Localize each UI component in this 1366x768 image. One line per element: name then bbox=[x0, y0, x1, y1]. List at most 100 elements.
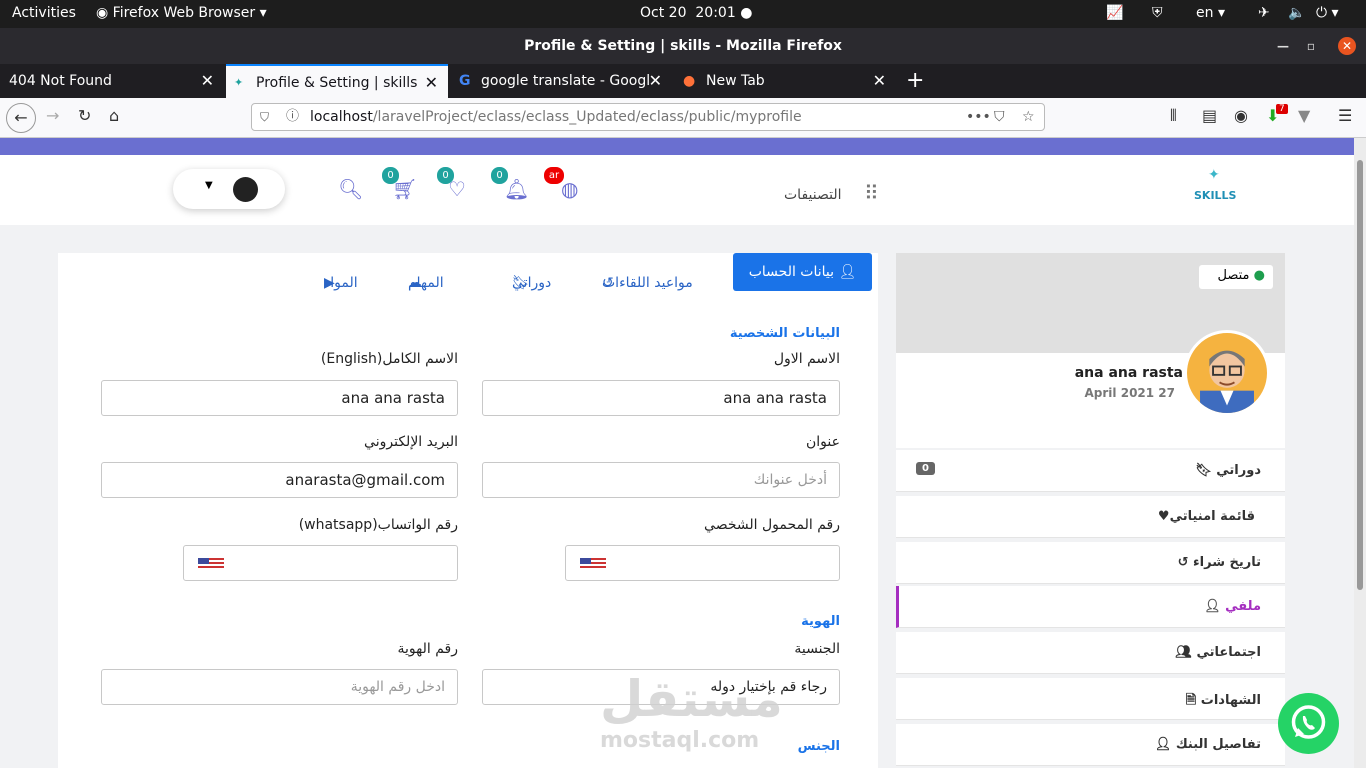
close-tab-icon[interactable]: ✕ bbox=[649, 64, 662, 98]
language-indicator[interactable]: en ▾ bbox=[1196, 5, 1225, 21]
us-flag-icon[interactable] bbox=[580, 558, 606, 570]
power-icon[interactable]: ⏻ ▾ bbox=[1316, 5, 1339, 21]
menu-label: ملفي bbox=[1225, 599, 1261, 614]
bookmark-star-icon[interactable]: ☆ bbox=[1022, 104, 1035, 130]
system-monitor-icon[interactable]: 📈 bbox=[1106, 5, 1123, 21]
bell-icon[interactable]: 🔔︎ bbox=[504, 177, 529, 201]
mobile-label: رقم المحمول الشخصي bbox=[704, 517, 840, 533]
id-number-input[interactable]: ادخل رقم الهوية bbox=[101, 669, 458, 705]
skills-logo[interactable]: ✦ SKILLS bbox=[1194, 167, 1237, 211]
new-tab-icon[interactable]: + bbox=[906, 68, 924, 93]
menu-wishlist[interactable]: قائمة امنياتي♥ bbox=[896, 496, 1285, 538]
profile-sidebar: ● متصل ana ana rasta April 2021 27 دورات… bbox=[896, 253, 1285, 768]
history-icon: ↺ bbox=[602, 275, 614, 291]
search-icon[interactable]: 🔍︎ bbox=[338, 177, 363, 201]
forward-icon[interactable]: → bbox=[46, 106, 59, 125]
menu-meetings[interactable]: اجتماعاتي 👥︎ bbox=[896, 632, 1285, 674]
bookmark-icon: 🔖︎ bbox=[1195, 463, 1212, 478]
tab-strip: 404 Not Found ✕ ✦ Profile & Setting | sk… bbox=[0, 64, 1366, 98]
user-icon: 👤︎ bbox=[1154, 737, 1172, 752]
close-window-icon[interactable]: ✕ bbox=[1338, 37, 1356, 55]
menu-my-profile[interactable]: ملفي 👤︎ bbox=[896, 586, 1285, 628]
categories-label[interactable]: التصنيفات bbox=[784, 187, 842, 203]
close-tab-icon[interactable]: ✕ bbox=[201, 64, 214, 98]
close-tab-icon[interactable]: ✕ bbox=[425, 66, 438, 98]
email-input[interactable]: anarasta@gmail.com bbox=[101, 462, 458, 498]
whatsapp-input[interactable] bbox=[183, 545, 458, 581]
gender-heading: الجنس bbox=[797, 739, 840, 754]
url-bar[interactable]: ⛉ ⓘ localhost/laravelProject/eclass/ecla… bbox=[251, 103, 1045, 131]
site-header: ▼ 🔍︎ 🛒︎ 0 ♡ 0 🔔︎ 0 ◍ ar التصنيفات ⠿ ✦ SK… bbox=[0, 155, 1354, 225]
page-actions-icon[interactable]: ••• bbox=[966, 104, 991, 130]
user-menu-dropdown[interactable]: ▼ bbox=[173, 169, 285, 209]
user-avatar bbox=[233, 177, 258, 202]
menu-label: دوراتي bbox=[1216, 463, 1261, 478]
shield-icon[interactable]: ⛨ bbox=[1152, 5, 1163, 21]
app-menu[interactable]: ◉ Firefox Web Browser ▾ bbox=[96, 5, 267, 21]
grid-icon[interactable]: ⠿ bbox=[864, 181, 879, 205]
minimize-icon[interactable]: — bbox=[1274, 37, 1292, 55]
scrollbar-thumb[interactable] bbox=[1357, 160, 1363, 590]
firefox-favicon-icon: ● bbox=[683, 73, 696, 89]
profile-avatar[interactable] bbox=[1184, 330, 1270, 416]
home-icon[interactable]: ⌂ bbox=[109, 106, 119, 125]
notification-badge: 0 bbox=[491, 167, 508, 184]
tab-new[interactable]: ● New Tab ✕ bbox=[674, 64, 896, 98]
clock-time: 20:01 bbox=[695, 5, 736, 21]
google-favicon-icon: G bbox=[459, 73, 471, 89]
menu-label: الشهادات bbox=[1200, 693, 1261, 708]
window-title-bar: Profile & Setting | skills - Mozilla Fir… bbox=[0, 28, 1366, 64]
tab-label: google translate - Googl bbox=[481, 73, 651, 89]
whatsapp-icon bbox=[1291, 705, 1326, 739]
joined-date: April 2021 27 bbox=[1084, 386, 1175, 400]
courses-count-badge: 0 bbox=[916, 462, 935, 475]
sidebar-icon[interactable]: ▤ bbox=[1202, 106, 1217, 125]
tracking-shield-icon[interactable]: ⛉ bbox=[260, 104, 269, 130]
address-input[interactable]: أدخل عنوانك bbox=[482, 462, 840, 498]
hamburger-menu-icon[interactable]: ☰ bbox=[1338, 106, 1352, 125]
extension-icon[interactable]: ▼ bbox=[1298, 106, 1310, 125]
id-number-label: رقم الهوية bbox=[397, 641, 458, 657]
online-status-badge: ● متصل bbox=[1199, 265, 1273, 289]
account-icon[interactable]: ◉ bbox=[1234, 106, 1248, 125]
info-icon[interactable]: ⓘ bbox=[286, 104, 299, 130]
tab-meetings-label: مواعيد اللقاءات bbox=[602, 275, 693, 291]
tab-profile[interactable]: ✦ Profile & Setting | skills ✕ bbox=[226, 64, 448, 98]
close-tab-icon[interactable]: ✕ bbox=[873, 64, 886, 98]
us-flag-icon[interactable] bbox=[198, 558, 224, 570]
url-path: /laravelProject/eclass/eclass_Updated/ec… bbox=[372, 109, 802, 125]
tab-google-translate[interactable]: G google translate - Googl ✕ bbox=[450, 64, 672, 98]
globe-icon[interactable]: ◍ bbox=[561, 177, 578, 201]
url-host: localhost bbox=[310, 109, 373, 125]
menu-label: تفاصيل البنك bbox=[1175, 737, 1261, 752]
mobile-input[interactable] bbox=[565, 545, 840, 581]
extension-badge: 7 bbox=[1276, 104, 1288, 114]
full-name-label: الاسم الكامل(English) bbox=[320, 351, 458, 367]
menu-purchase-history[interactable]: تاريخ شراء ↺ bbox=[896, 542, 1285, 584]
skills-favicon-icon: ✦ bbox=[234, 76, 244, 89]
tab-404[interactable]: 404 Not Found ✕ bbox=[0, 64, 224, 98]
menu-label: اجتماعاتي bbox=[1196, 645, 1261, 660]
maximize-icon[interactable]: ▫ bbox=[1302, 37, 1320, 55]
activities-button[interactable]: Activities bbox=[12, 5, 76, 21]
pocket-icon[interactable]: ⛉ bbox=[994, 104, 1005, 130]
reload-icon[interactable]: ↻ bbox=[78, 106, 91, 125]
history-icon: ↺ bbox=[1177, 555, 1189, 570]
menu-my-courses[interactable]: دوراتي 🔖︎ 0 bbox=[896, 450, 1285, 492]
email-label: البريد الإلكتروني bbox=[364, 434, 458, 450]
page-scrollbar[interactable] bbox=[1354, 138, 1366, 768]
full-name-input[interactable]: ana ana rasta bbox=[101, 380, 458, 416]
user-icon: 👤︎ bbox=[1204, 599, 1221, 614]
back-icon[interactable]: ← bbox=[6, 103, 36, 133]
logo-text: SKILLS bbox=[1194, 189, 1237, 202]
menu-certificates[interactable]: الشهادات 🗎 bbox=[896, 678, 1285, 720]
volume-icon[interactable]: 🔈 bbox=[1288, 5, 1305, 21]
whatsapp-button[interactable] bbox=[1278, 693, 1339, 754]
menu-bank-details[interactable]: تفاصيل البنك 👤︎ bbox=[896, 724, 1285, 766]
clock[interactable]: Oct 20 20:01 ● bbox=[640, 5, 752, 21]
airplane-icon[interactable]: ✈ bbox=[1258, 5, 1270, 21]
online-dot-icon: ● bbox=[1253, 268, 1265, 283]
first-name-input[interactable]: ana ana rasta bbox=[482, 380, 840, 416]
library-icon[interactable]: ⫴ bbox=[1170, 106, 1177, 126]
tab-account-data[interactable]: بيانات الحساب 👤︎ bbox=[733, 253, 872, 291]
